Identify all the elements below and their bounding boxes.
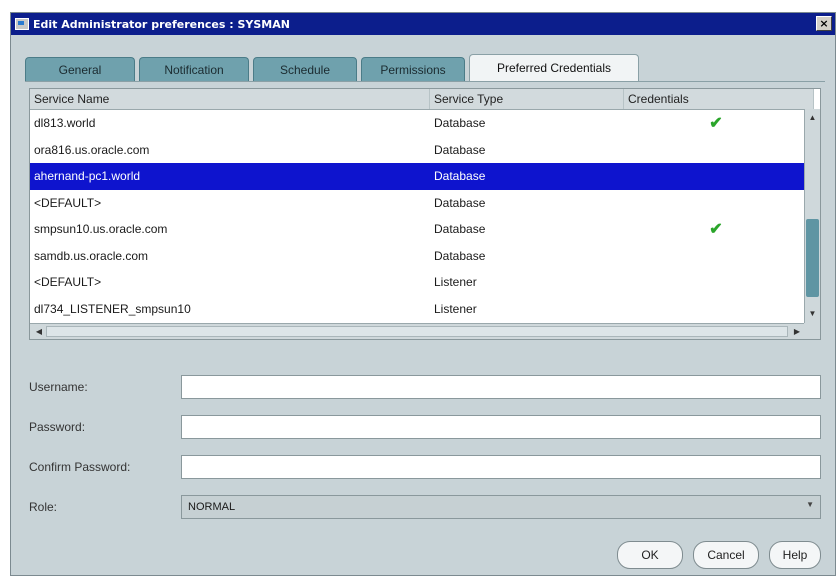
scrollbar-thumb[interactable] — [46, 326, 788, 337]
confirm-password-field[interactable] — [181, 455, 821, 479]
service-type-cell: Database — [434, 195, 486, 210]
service-name-cell: ora816.us.oracle.com — [34, 142, 150, 157]
role-label: Role: — [29, 500, 58, 514]
password-field[interactable] — [181, 415, 821, 439]
scroll-right-icon[interactable]: ▶ — [790, 324, 804, 339]
check-icon: ✔ — [709, 115, 723, 133]
cancel-button[interactable]: Cancel — [693, 541, 759, 569]
tab-general[interactable]: General — [25, 57, 135, 81]
ok-button[interactable]: OK — [617, 541, 683, 569]
table-row[interactable]: ora816.us.oracle.com Database — [30, 137, 804, 164]
app-icon — [15, 18, 29, 30]
tab-preferred-credentials[interactable]: Preferred Credentials — [469, 54, 639, 81]
service-name-cell: ahernand-pc1.world — [34, 169, 141, 184]
confirm-password-label: Confirm Password: — [29, 460, 131, 474]
service-name-cell: <DEFAULT> — [34, 195, 102, 210]
service-name-cell: <DEFAULT> — [34, 275, 102, 290]
password-row: Password: — [29, 414, 821, 440]
table-row[interactable]: <DEFAULT> Listener — [30, 269, 804, 296]
scroll-left-icon[interactable]: ◀ — [32, 324, 46, 339]
service-name-cell: samdb.us.oracle.com — [34, 248, 149, 263]
role-row: Role: NORMAL ▼ — [29, 494, 821, 520]
table-body: dl813.world Database ✔ ora816.us.oracle.… — [30, 110, 804, 322]
column-header-service-name[interactable]: Service Name — [30, 89, 430, 109]
username-label: Username: — [29, 380, 88, 394]
role-select[interactable]: NORMAL ▼ — [181, 495, 821, 519]
tab-schedule[interactable]: Schedule — [253, 57, 357, 81]
service-name-cell: dl734_LISTENER_smpsun10 — [34, 301, 191, 316]
service-type-cell: Database — [434, 248, 486, 263]
chevron-down-icon[interactable]: ▼ — [806, 500, 814, 509]
table-row[interactable]: <DEFAULT> Database — [30, 190, 804, 217]
service-name-cell: dl813.world — [34, 116, 96, 131]
window-title: Edit Administrator preferences : SYSMAN — [33, 17, 290, 31]
tab-permissions[interactable]: Permissions — [361, 57, 465, 81]
service-type-cell: Listener — [434, 301, 477, 316]
service-type-cell: Database — [434, 169, 486, 184]
scroll-up-icon[interactable]: ▲ — [805, 111, 820, 125]
role-value: NORMAL — [188, 501, 236, 513]
tab-bar: General Notification Schedule Permission… — [25, 54, 643, 81]
service-type-cell: Listener — [434, 275, 477, 290]
table-row-selected[interactable]: ahernand-pc1.world Database — [30, 163, 804, 190]
username-field[interactable] — [181, 375, 821, 399]
confirm-password-row: Confirm Password: — [29, 454, 821, 480]
horizontal-scrollbar[interactable]: ◀ ▶ — [30, 323, 806, 339]
scroll-down-icon[interactable]: ▼ — [805, 307, 820, 321]
table-row[interactable]: smpsun10.us.oracle.com Database ✔ — [30, 216, 804, 243]
tab-notification[interactable]: Notification — [139, 57, 249, 81]
service-type-cell: Database — [434, 116, 486, 131]
check-icon: ✔ — [709, 221, 723, 239]
credentials-table: Service Name Service Type Credentials dl… — [29, 88, 821, 340]
preferences-dialog: Edit Administrator preferences : SYSMAN … — [10, 12, 836, 576]
table-header: Service Name Service Type Credentials — [30, 89, 814, 110]
help-button[interactable]: Help — [769, 541, 821, 569]
column-header-credentials[interactable]: Credentials — [624, 89, 814, 109]
column-header-service-type[interactable]: Service Type — [430, 89, 624, 109]
close-icon[interactable]: × — [816, 16, 832, 31]
service-name-cell: smpsun10.us.oracle.com — [34, 222, 168, 237]
title-bar[interactable]: Edit Administrator preferences : SYSMAN … — [11, 13, 835, 35]
table-row[interactable]: dl813.world Database ✔ — [30, 110, 804, 137]
tab-panel: Service Name Service Type Credentials dl… — [25, 81, 825, 529]
table-row[interactable]: samdb.us.oracle.com Database — [30, 243, 804, 270]
table-row[interactable]: dl734_LISTENER_smpsun10 Listener — [30, 296, 804, 323]
password-label: Password: — [29, 420, 86, 434]
username-row: Username: — [29, 374, 821, 400]
dialog-buttons: OK Cancel Help — [617, 541, 821, 569]
service-type-cell: Database — [434, 142, 486, 157]
vertical-scrollbar[interactable]: ▲ ▼ — [804, 109, 820, 323]
service-type-cell: Database — [434, 222, 486, 237]
scrollbar-corner — [804, 323, 820, 339]
scrollbar-thumb[interactable] — [806, 219, 819, 297]
